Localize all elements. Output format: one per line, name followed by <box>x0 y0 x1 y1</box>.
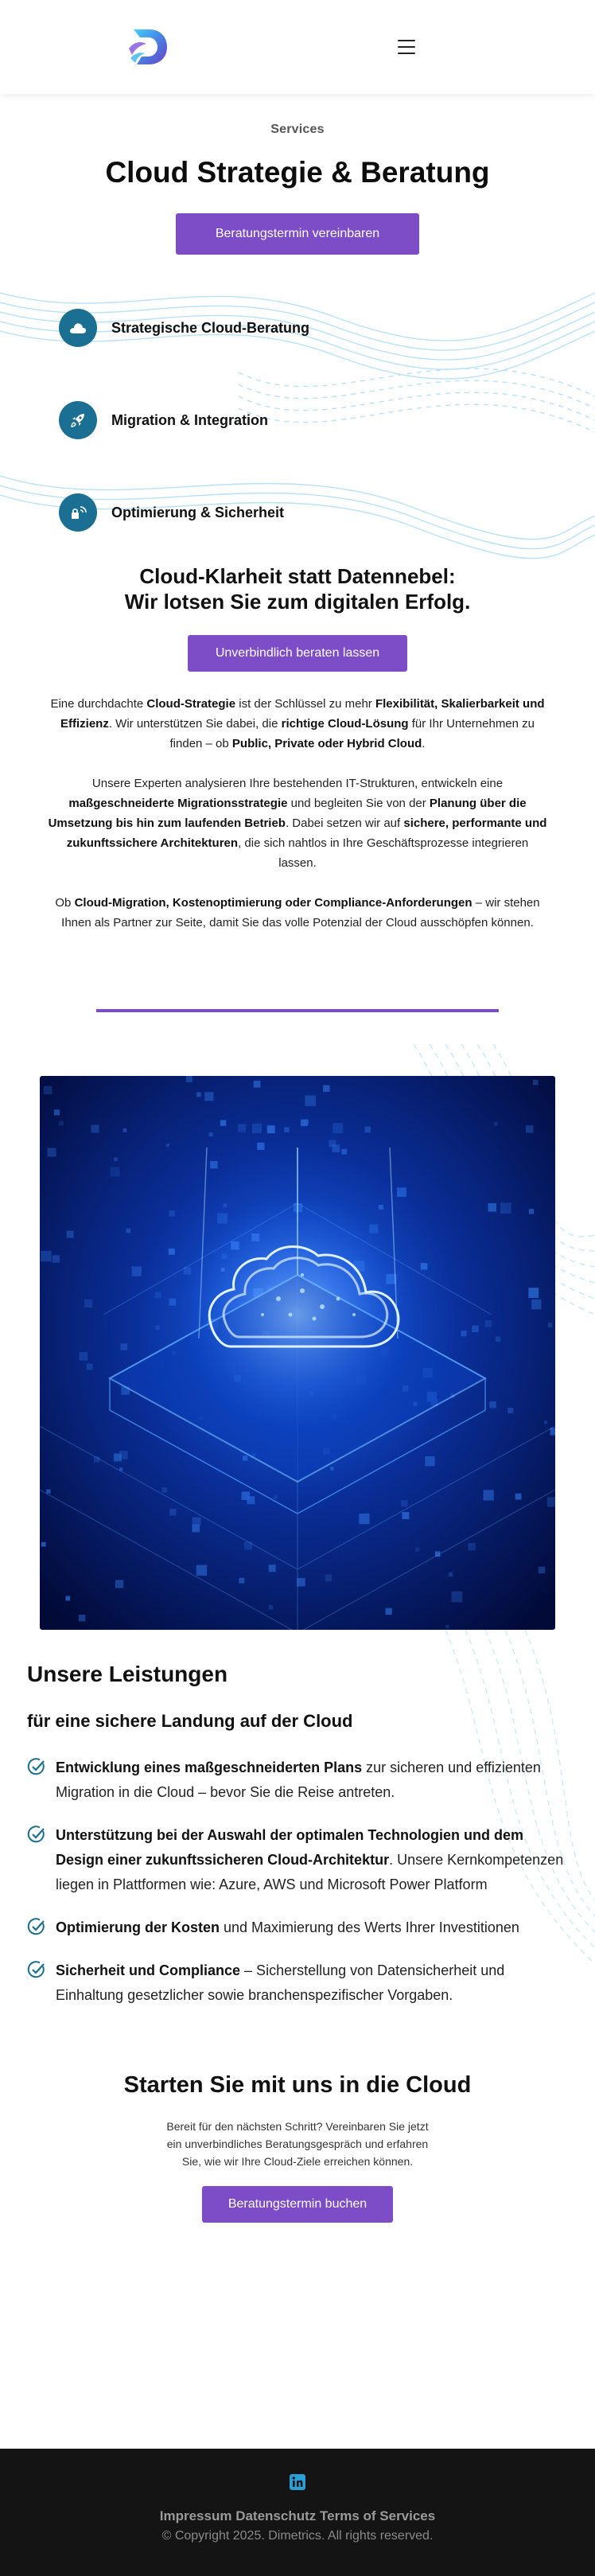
terms-link[interactable]: Terms of Services <box>320 2508 435 2523</box>
service-label: Optimierung & Sicherheit <box>111 504 285 520</box>
book-consultation-button[interactable]: Beratungstermin buchen <box>202 2186 393 2223</box>
check-circle-icon <box>27 1918 45 1935</box>
services-overview-section: Unsere Leistungen für eine sichere Landu… <box>0 1630 595 2008</box>
hero-section: Services Cloud Strategie & Beratung Bera… <box>0 94 595 255</box>
datenschutz-link[interactable]: Datenschutz <box>235 2508 316 2523</box>
cloud-icon <box>59 309 97 347</box>
cta-title: Starten Sie mit uns in die Cloud <box>123 2072 472 2098</box>
service-item: Strategische Cloud-Beratung <box>59 309 309 347</box>
list-item: Sicherheit und Compliance – Sicherstellu… <box>27 1958 568 2008</box>
free-consultation-button[interactable]: Unverbindlich beraten lassen <box>188 635 407 672</box>
list-item-text: Sicherheit und Compliance – Sicherstellu… <box>56 1962 505 2003</box>
site-footer: Impressum Datenschutz Terms of Services … <box>0 2449 595 2576</box>
list-item: Optimierung der Kosten und Maximierung d… <box>27 1915 568 1940</box>
logo[interactable] <box>126 25 170 69</box>
footer-links: Impressum Datenschutz Terms of Services <box>0 2508 595 2524</box>
page-title: Cloud Strategie & Beratung <box>105 156 490 189</box>
copyright: © Copyright 2025. Dimetrics. All rights … <box>161 2529 434 2543</box>
list-item-text: Entwicklung eines maßgeschneiderten Plan… <box>56 1760 541 1800</box>
lock-wifi-icon <box>59 493 97 532</box>
service-label: Strategische Cloud-Beratung <box>111 319 310 336</box>
intro-section: Cloud-Klarheit statt Datennebel: Wir lot… <box>0 563 595 933</box>
list-item: Entwicklung eines maßgeschneiderten Plan… <box>27 1756 568 1805</box>
hamburger-menu-icon[interactable] <box>398 40 415 54</box>
intro-paragraph: Eine durchdachte Cloud-Strategie ist der… <box>50 697 545 750</box>
services-list: Entwicklung eines maßgeschneiderten Plan… <box>27 1756 568 2008</box>
check-circle-icon <box>27 1826 45 1843</box>
check-circle-icon <box>27 1758 45 1775</box>
book-appointment-button[interactable]: Beratungstermin vereinbaren <box>176 213 419 255</box>
services-subtitle: für eine sichere Landung auf der Cloud <box>27 1711 353 1731</box>
cta-text: Bereit für den nächsten Schritt? Vereinb… <box>166 2120 429 2168</box>
service-item: Migration & Integration <box>59 401 309 439</box>
intro-title-line-2: Wir lotsen Sie zum digitalen Erfolg. <box>124 590 471 614</box>
check-circle-icon <box>27 1961 45 1978</box>
intro-text: Eine durchdachte Cloud-Strategie ist der… <box>48 694 547 933</box>
services-band: Strategische Cloud-Beratung Migration & … <box>0 277 595 563</box>
page: Services Cloud Strategie & Beratung Bera… <box>0 0 595 2576</box>
intro-paragraph: Unsere Experten analysieren Ihre bestehe… <box>48 777 547 870</box>
page-eyebrow: Services <box>270 123 325 136</box>
rocket-icon <box>59 401 97 439</box>
site-header <box>0 0 595 94</box>
list-item: Unterstützung bei der Auswahl der optima… <box>27 1823 568 1897</box>
intro-paragraph: Ob Cloud-Migration, Kostenoptimierung od… <box>55 896 540 929</box>
list-item-text: Unterstützung bei der Auswahl der optima… <box>56 1827 564 1892</box>
service-item: Optimierung & Sicherheit <box>59 493 309 532</box>
section-divider <box>96 1009 499 1012</box>
linkedin-icon[interactable] <box>290 2474 305 2490</box>
cloud-chip-illustration <box>40 1076 555 1630</box>
services-title: Unsere Leistungen <box>27 1662 228 1686</box>
impressum-link[interactable]: Impressum <box>160 2508 232 2523</box>
service-label: Migration & Integration <box>111 411 268 428</box>
services-list: Strategische Cloud-Beratung Migration & … <box>59 309 309 586</box>
image-section <box>0 1044 595 1630</box>
list-item-text: Optimierung der Kosten und Maximierung d… <box>56 1919 519 1935</box>
